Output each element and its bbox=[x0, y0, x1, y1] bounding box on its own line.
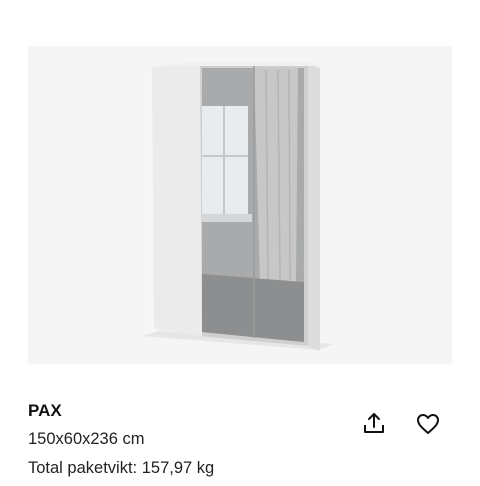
product-name[interactable]: PAX bbox=[28, 400, 358, 422]
product-actions bbox=[360, 410, 442, 438]
product-image[interactable] bbox=[28, 46, 452, 364]
product-package-weight: Total paketvikt: 157,97 kg bbox=[28, 459, 215, 477]
product-dimensions: 150x60x236 cm bbox=[28, 430, 145, 448]
share-icon bbox=[364, 413, 384, 433]
heart-icon bbox=[417, 414, 439, 434]
share-button[interactable] bbox=[360, 410, 388, 438]
wardrobe-image bbox=[143, 62, 333, 351]
product-info: PAX 150x60x236 cm Total paketvikt: 157,9… bbox=[28, 400, 358, 486]
favorite-button[interactable] bbox=[414, 410, 442, 438]
